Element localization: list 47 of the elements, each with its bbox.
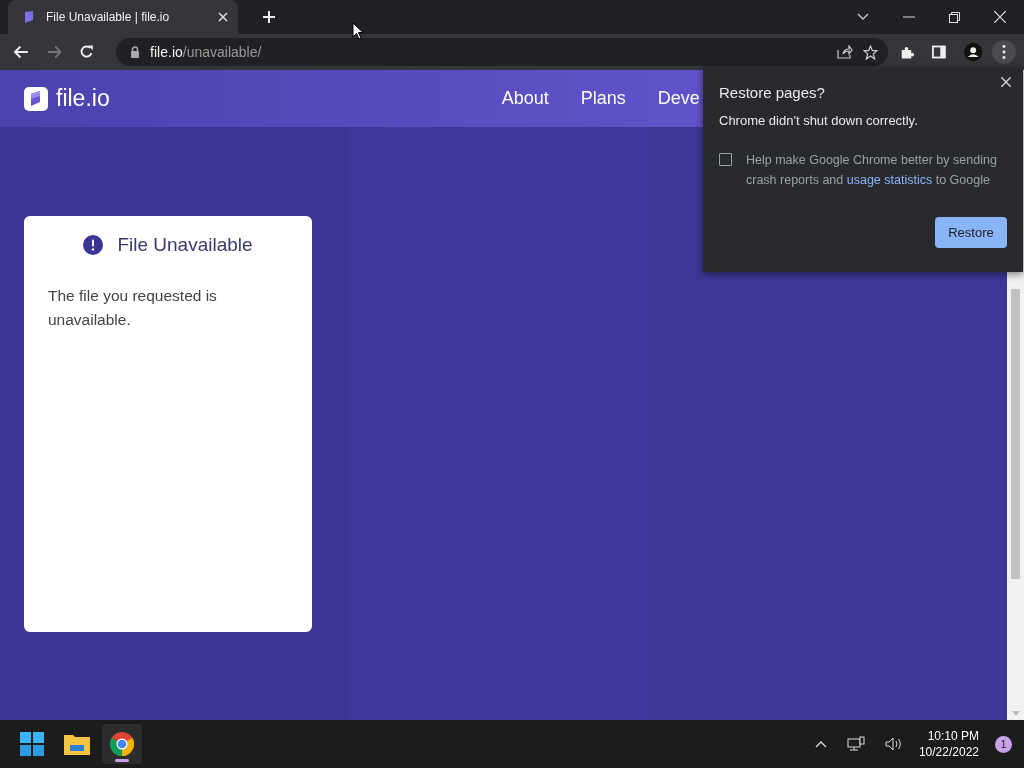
nav-link[interactable]: Deve	[657, 88, 700, 109]
folder-icon[interactable]	[64, 733, 90, 755]
close-icon[interactable]	[218, 12, 228, 22]
volume-icon[interactable]	[884, 737, 903, 751]
close-icon[interactable]	[994, 11, 1006, 23]
logo-icon[interactable]	[24, 86, 48, 111]
restore-button[interactable]: Restore	[935, 217, 1007, 248]
nav-link[interactable]: About	[501, 88, 549, 109]
checkbox-label: Help make Google Chrome better by sending crash reports and usage statistics to Google	[746, 152, 998, 189]
clock-date[interactable]: 10/22/2022	[918, 745, 979, 759]
close-icon[interactable]	[1001, 77, 1011, 87]
alert-icon	[83, 235, 104, 255]
puzzle-icon[interactable]	[900, 44, 914, 60]
taskbar-app[interactable]	[102, 724, 142, 764]
profile-icon[interactable]	[963, 42, 983, 62]
reload-icon[interactable]	[79, 44, 95, 60]
usage-statistics-link[interactable]: usage statistics	[846, 173, 933, 187]
dialog-title: Restore pages?	[719, 84, 826, 101]
card-title: File Unavailable	[117, 234, 253, 256]
chevron-down-icon[interactable]	[857, 13, 869, 21]
nav-link[interactable]: Plans	[580, 88, 626, 109]
lock-icon	[130, 46, 141, 58]
notification-badge[interactable]: 1	[995, 735, 1012, 753]
dialog-message: Chrome didn't shut down correctly.	[719, 113, 919, 128]
chrome-icon	[110, 732, 134, 756]
back-icon[interactable]	[14, 45, 29, 59]
cursor-icon	[352, 22, 364, 40]
checkbox[interactable]	[719, 153, 732, 166]
error-message: The file you requested is unavailable.	[48, 286, 218, 330]
scrollbar-thumb[interactable]	[1011, 289, 1020, 579]
browser-tab[interactable]: File Unavailable | file.io	[8, 0, 238, 34]
address-bar[interactable]: file.io/unavailable/	[116, 38, 889, 66]
restore-icon[interactable]	[949, 11, 960, 23]
menu-icon[interactable]	[992, 39, 1016, 65]
tab-title: File Unavailable | file.io	[46, 10, 171, 24]
share-icon[interactable]	[837, 45, 854, 59]
clock-time[interactable]: 10:10 PM	[927, 729, 979, 743]
windows-start-icon[interactable]	[20, 732, 44, 756]
network-icon[interactable]	[846, 736, 865, 752]
forward-icon[interactable]	[46, 45, 62, 59]
logo-icon	[22, 10, 36, 24]
url-text: file.io/unavailable/	[150, 44, 262, 60]
side-panel-icon[interactable]	[931, 45, 946, 59]
chevron-up-icon[interactable]	[814, 740, 827, 748]
star-icon[interactable]	[863, 44, 879, 60]
logo-text[interactable]: file.io	[56, 85, 110, 112]
new-tab-icon[interactable]	[262, 10, 276, 24]
